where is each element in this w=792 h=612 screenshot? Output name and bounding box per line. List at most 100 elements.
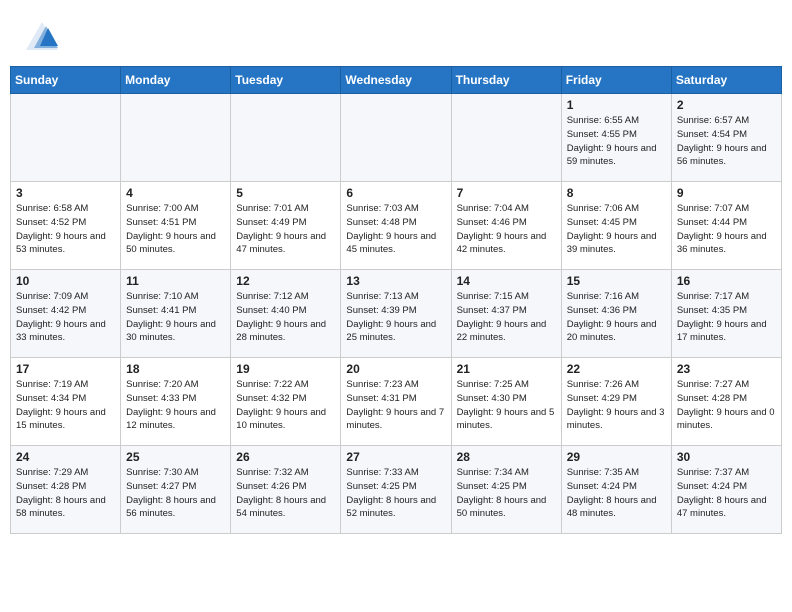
page: SundayMondayTuesdayWednesdayThursdayFrid… [0, 0, 792, 612]
calendar-cell: 10 Sunrise: 7:09 AM Sunset: 4:42 PM Dayli… [11, 270, 121, 358]
calendar-week-1: 1Sunrise: 6:55 AM Sunset: 4:55 PM Daylig… [11, 94, 782, 182]
calendar-cell: 25Sunrise: 7:30 AM Sunset: 4:27 PM Dayli… [121, 446, 231, 534]
day-detail: Sunrise: 7:04 AM Sunset: 4:46 PM Dayligh… [457, 202, 556, 257]
day-detail: Sunrise: 7:23 AM Sunset: 4:31 PM Dayligh… [346, 378, 445, 433]
calendar-cell: 24 Sunrise: 7:29 AM Sunset: 4:28 PM Dayli… [11, 446, 121, 534]
day-number: 6 [346, 186, 445, 200]
day-detail: Sunrise: 7:00 AM Sunset: 4:51 PM Dayligh… [126, 202, 225, 257]
day-detail: Sunrise: 7:27 AM Sunset: 4:28 PM Dayligh… [677, 378, 776, 433]
calendar-week-2: 3Sunrise: 6:58 AM Sunset: 4:52 PM Daylig… [11, 182, 782, 270]
calendar-cell: 27 Sunrise: 7:33 AM Sunset: 4:25 PM Dayli… [341, 446, 451, 534]
day-number: 18 [126, 362, 225, 376]
calendar-cell: 7 Sunrise: 7:04 AM Sunset: 4:46 PM Daylig… [451, 182, 561, 270]
calendar-cell: 22 Sunrise: 7:26 AM Sunset: 4:29 PM Dayli… [561, 358, 671, 446]
day-number: 27 [346, 450, 445, 464]
day-number: 14 [457, 274, 556, 288]
day-number: 26 [236, 450, 335, 464]
weekday-header-wednesday: Wednesday [341, 67, 451, 94]
day-detail: Sunrise: 7:32 AM Sunset: 4:26 PM Dayligh… [236, 466, 335, 521]
weekday-header-thursday: Thursday [451, 67, 561, 94]
day-detail: Sunrise: 6:58 AM Sunset: 4:52 PM Dayligh… [16, 202, 115, 257]
calendar-body: 1Sunrise: 6:55 AM Sunset: 4:55 PM Daylig… [11, 94, 782, 534]
calendar-cell: 21 Sunrise: 7:25 AM Sunset: 4:30 PM Dayli… [451, 358, 561, 446]
day-detail: Sunrise: 7:25 AM Sunset: 4:30 PM Dayligh… [457, 378, 556, 433]
day-number: 7 [457, 186, 556, 200]
calendar-cell [121, 94, 231, 182]
day-number: 8 [567, 186, 666, 200]
day-detail: Sunrise: 7:22 AM Sunset: 4:32 PM Dayligh… [236, 378, 335, 433]
calendar-cell: 23 Sunrise: 7:27 AM Sunset: 4:28 PM Dayli… [671, 358, 781, 446]
day-number: 21 [457, 362, 556, 376]
day-detail: Sunrise: 7:33 AM Sunset: 4:25 PM Dayligh… [346, 466, 445, 521]
calendar-cell [451, 94, 561, 182]
weekday-header-tuesday: Tuesday [231, 67, 341, 94]
calendar-cell: 9 Sunrise: 7:07 AM Sunset: 4:44 PM Daylig… [671, 182, 781, 270]
logo-icon [22, 18, 60, 56]
calendar-week-4: 17Sunrise: 7:19 AM Sunset: 4:34 PM Dayli… [11, 358, 782, 446]
weekday-header-sunday: Sunday [11, 67, 121, 94]
day-number: 4 [126, 186, 225, 200]
day-detail: Sunrise: 7:20 AM Sunset: 4:33 PM Dayligh… [126, 378, 225, 433]
calendar-week-5: 24 Sunrise: 7:29 AM Sunset: 4:28 PM Dayli… [11, 446, 782, 534]
day-detail: Sunrise: 7:30 AM Sunset: 4:27 PM Dayligh… [126, 466, 225, 521]
day-number: 22 [567, 362, 666, 376]
calendar-cell: 30 Sunrise: 7:37 AM Sunset: 4:24 PM Dayli… [671, 446, 781, 534]
calendar-cell [11, 94, 121, 182]
calendar-cell [341, 94, 451, 182]
calendar-cell: 2Sunrise: 6:57 AM Sunset: 4:54 PM Daylig… [671, 94, 781, 182]
day-detail: Sunrise: 7:34 AM Sunset: 4:25 PM Dayligh… [457, 466, 556, 521]
calendar-cell: 3Sunrise: 6:58 AM Sunset: 4:52 PM Daylig… [11, 182, 121, 270]
day-number: 19 [236, 362, 335, 376]
day-number: 24 [16, 450, 115, 464]
calendar-cell: 14Sunrise: 7:15 AM Sunset: 4:37 PM Dayli… [451, 270, 561, 358]
calendar-cell [231, 94, 341, 182]
calendar-week-3: 10 Sunrise: 7:09 AM Sunset: 4:42 PM Dayli… [11, 270, 782, 358]
day-number: 11 [126, 274, 225, 288]
day-detail: Sunrise: 7:03 AM Sunset: 4:48 PM Dayligh… [346, 202, 445, 257]
calendar-cell: 17Sunrise: 7:19 AM Sunset: 4:34 PM Dayli… [11, 358, 121, 446]
day-number: 9 [677, 186, 776, 200]
calendar-cell: 15 Sunrise: 7:16 AM Sunset: 4:36 PM Dayli… [561, 270, 671, 358]
calendar-cell: 16Sunrise: 7:17 AM Sunset: 4:35 PM Dayli… [671, 270, 781, 358]
day-number: 1 [567, 98, 666, 112]
day-detail: Sunrise: 7:07 AM Sunset: 4:44 PM Dayligh… [677, 202, 776, 257]
calendar-cell: 28Sunrise: 7:34 AM Sunset: 4:25 PM Dayli… [451, 446, 561, 534]
weekday-header-saturday: Saturday [671, 67, 781, 94]
day-detail: Sunrise: 7:37 AM Sunset: 4:24 PM Dayligh… [677, 466, 776, 521]
day-detail: Sunrise: 7:13 AM Sunset: 4:39 PM Dayligh… [346, 290, 445, 345]
calendar-cell: 12 Sunrise: 7:12 AM Sunset: 4:40 PM Dayli… [231, 270, 341, 358]
day-detail: Sunrise: 7:12 AM Sunset: 4:40 PM Dayligh… [236, 290, 335, 345]
calendar-header: SundayMondayTuesdayWednesdayThursdayFrid… [11, 67, 782, 94]
calendar-cell: 20 Sunrise: 7:23 AM Sunset: 4:31 PM Dayli… [341, 358, 451, 446]
calendar-cell: 19 Sunrise: 7:22 AM Sunset: 4:32 PM Dayli… [231, 358, 341, 446]
day-number: 5 [236, 186, 335, 200]
day-detail: Sunrise: 7:17 AM Sunset: 4:35 PM Dayligh… [677, 290, 776, 345]
day-detail: Sunrise: 7:16 AM Sunset: 4:36 PM Dayligh… [567, 290, 666, 345]
calendar-cell: 8 Sunrise: 7:06 AM Sunset: 4:45 PM Daylig… [561, 182, 671, 270]
day-number: 30 [677, 450, 776, 464]
calendar-cell: 11 Sunrise: 7:10 AM Sunset: 4:41 PM Dayli… [121, 270, 231, 358]
calendar-cell: 5Sunrise: 7:01 AM Sunset: 4:49 PM Daylig… [231, 182, 341, 270]
day-detail: Sunrise: 7:09 AM Sunset: 4:42 PM Dayligh… [16, 290, 115, 345]
weekday-header-friday: Friday [561, 67, 671, 94]
calendar-cell: 4 Sunrise: 7:00 AM Sunset: 4:51 PM Daylig… [121, 182, 231, 270]
day-number: 12 [236, 274, 335, 288]
weekday-header-row: SundayMondayTuesdayWednesdayThursdayFrid… [11, 67, 782, 94]
day-number: 29 [567, 450, 666, 464]
day-detail: Sunrise: 7:35 AM Sunset: 4:24 PM Dayligh… [567, 466, 666, 521]
day-detail: Sunrise: 6:57 AM Sunset: 4:54 PM Dayligh… [677, 114, 776, 169]
day-detail: Sunrise: 7:06 AM Sunset: 4:45 PM Dayligh… [567, 202, 666, 257]
day-detail: Sunrise: 7:10 AM Sunset: 4:41 PM Dayligh… [126, 290, 225, 345]
header [0, 0, 792, 66]
day-number: 15 [567, 274, 666, 288]
day-detail: Sunrise: 7:29 AM Sunset: 4:28 PM Dayligh… [16, 466, 115, 521]
day-number: 17 [16, 362, 115, 376]
calendar: SundayMondayTuesdayWednesdayThursdayFrid… [0, 66, 792, 612]
calendar-cell: 18 Sunrise: 7:20 AM Sunset: 4:33 PM Dayli… [121, 358, 231, 446]
day-number: 13 [346, 274, 445, 288]
day-detail: Sunrise: 7:26 AM Sunset: 4:29 PM Dayligh… [567, 378, 666, 433]
day-number: 23 [677, 362, 776, 376]
day-number: 10 [16, 274, 115, 288]
calendar-cell: 26 Sunrise: 7:32 AM Sunset: 4:26 PM Dayli… [231, 446, 341, 534]
day-number: 20 [346, 362, 445, 376]
